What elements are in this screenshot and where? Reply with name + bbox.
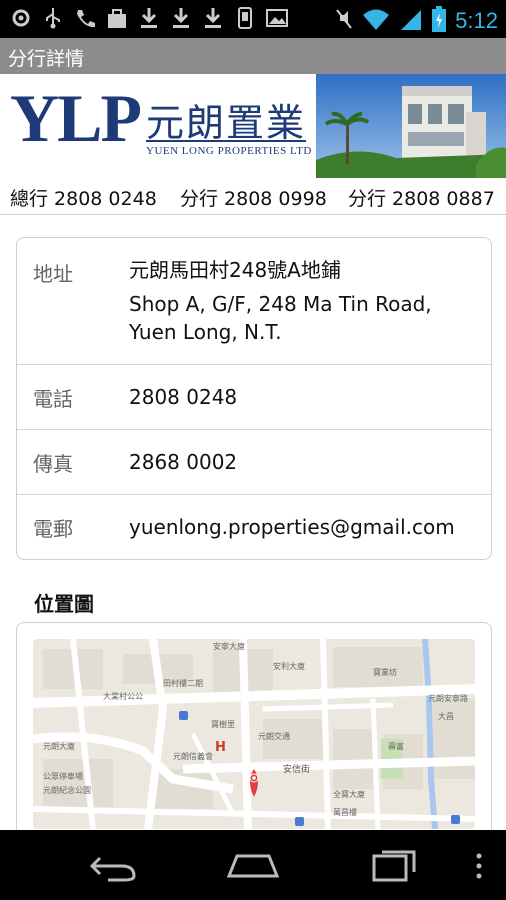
fax-row: 傳真 2868 0002 bbox=[17, 430, 491, 495]
svg-text:元朗信義會: 元朗信義會 bbox=[173, 751, 213, 761]
mute-icon bbox=[335, 6, 353, 36]
fax-label: 傳真 bbox=[33, 452, 73, 476]
branch-phone-list: 總行 2808 0248 分行 2808 0998 分行 2808 0887 bbox=[0, 180, 506, 215]
action-bar: 分行詳情 bbox=[0, 38, 506, 74]
navigation-bar bbox=[0, 830, 506, 900]
svg-text:全寶大廈: 全寶大廈 bbox=[333, 789, 365, 799]
address-label: 地址 bbox=[33, 262, 73, 286]
status-bar: 5:12 bbox=[0, 0, 506, 38]
email-label: 電郵 bbox=[33, 517, 73, 541]
logo-letters: YLP bbox=[10, 80, 142, 156]
hospital-icon: H bbox=[215, 740, 226, 755]
svg-text:元朗交通: 元朗交通 bbox=[258, 731, 290, 741]
battery-icon bbox=[431, 5, 447, 37]
system-status: 5:12 bbox=[335, 5, 498, 37]
address-chinese: 元朗馬田村248號A地鋪 bbox=[129, 258, 341, 282]
logo-english: YUEN LONG PROPERTIES LTD bbox=[146, 145, 312, 157]
svg-text:安信街: 安信街 bbox=[283, 763, 310, 775]
head-office-phone[interactable]: 總行 2808 0248 bbox=[10, 184, 157, 211]
settings-icon bbox=[10, 6, 32, 30]
bag-icon bbox=[106, 6, 128, 30]
page-title: 分行詳情 bbox=[8, 48, 85, 70]
image-icon bbox=[266, 6, 288, 30]
svg-text:大棠村公公: 大棠村公公 bbox=[103, 691, 143, 701]
usb-icon bbox=[42, 6, 64, 30]
phone-icon bbox=[234, 6, 256, 30]
clock: 5:12 bbox=[455, 8, 498, 33]
download-icon bbox=[202, 6, 224, 30]
logo-divider bbox=[146, 140, 306, 142]
brand-banner: YLP 元朗置業 YUEN LONG PROPERTIES LTD bbox=[0, 74, 506, 180]
phone-label: 電話 bbox=[33, 387, 73, 411]
map-card: 安寧大廈 安利大廈 寶業坊 田村樓二期 元朗交通 寶樹里 元朗信義會 安信街 全… bbox=[16, 622, 492, 844]
notification-icons bbox=[10, 6, 288, 30]
address-english-line1: Shop A, G/F, 248 Ma Tin Road, bbox=[129, 292, 432, 316]
building-photo bbox=[316, 74, 506, 178]
svg-text:元朗紀念公園: 元朗紀念公園 bbox=[43, 785, 91, 795]
svg-text:公眾停車場: 公眾停車場 bbox=[43, 771, 83, 781]
signal-icon bbox=[399, 6, 423, 36]
svg-text:寶樹里: 寶樹里 bbox=[211, 719, 235, 729]
branch-phone-2[interactable]: 分行 2808 0887 bbox=[348, 184, 495, 211]
home-icon[interactable] bbox=[223, 846, 283, 886]
email-value[interactable]: yuenlong.properties@gmail.com bbox=[129, 512, 455, 542]
menu-icon[interactable] bbox=[464, 846, 494, 886]
call-icon bbox=[74, 6, 96, 30]
svg-text:田村樓二期: 田村樓二期 bbox=[163, 678, 203, 688]
back-icon[interactable] bbox=[84, 846, 144, 886]
svg-text:大昌: 大昌 bbox=[438, 711, 454, 721]
location-map[interactable]: 安寧大廈 安利大廈 寶業坊 田村樓二期 元朗交通 寶樹里 元朗信義會 安信街 全… bbox=[33, 639, 475, 829]
svg-text:寶業坊: 寶業坊 bbox=[373, 667, 397, 677]
phone-row[interactable]: 電話 2808 0248 bbox=[17, 365, 491, 430]
phone-value[interactable]: 2808 0248 bbox=[129, 382, 237, 412]
svg-text:元朗安寧路: 元朗安寧路 bbox=[428, 693, 468, 703]
svg-text:安利大廈: 安利大廈 bbox=[273, 661, 305, 671]
wifi-icon bbox=[361, 6, 391, 36]
email-row[interactable]: 電郵 yuenlong.properties@gmail.com bbox=[17, 495, 491, 559]
recent-apps-icon[interactable] bbox=[364, 846, 424, 886]
branch-phone-1[interactable]: 分行 2808 0998 bbox=[180, 184, 327, 211]
address-row: 地址 元朗馬田村248號A地鋪 Shop A, G/F, 248 Ma Tin … bbox=[17, 238, 491, 365]
logo-chinese: 元朗置業 bbox=[146, 101, 307, 145]
download-icon bbox=[170, 6, 192, 30]
address-english-line2: Yuen Long, N.T. bbox=[129, 320, 282, 344]
svg-text:壽富: 壽富 bbox=[388, 741, 404, 751]
svg-text:萬昌樓: 萬昌樓 bbox=[333, 807, 357, 817]
svg-text:安寧大廈: 安寧大廈 bbox=[213, 641, 245, 651]
fax-value: 2868 0002 bbox=[129, 450, 238, 474]
download-icon bbox=[138, 6, 160, 30]
map-section-title: 位置圖 bbox=[34, 592, 94, 616]
svg-text:元朗大廈: 元朗大廈 bbox=[43, 741, 75, 751]
branch-details-card: 地址 元朗馬田村248號A地鋪 Shop A, G/F, 248 Ma Tin … bbox=[16, 237, 492, 560]
